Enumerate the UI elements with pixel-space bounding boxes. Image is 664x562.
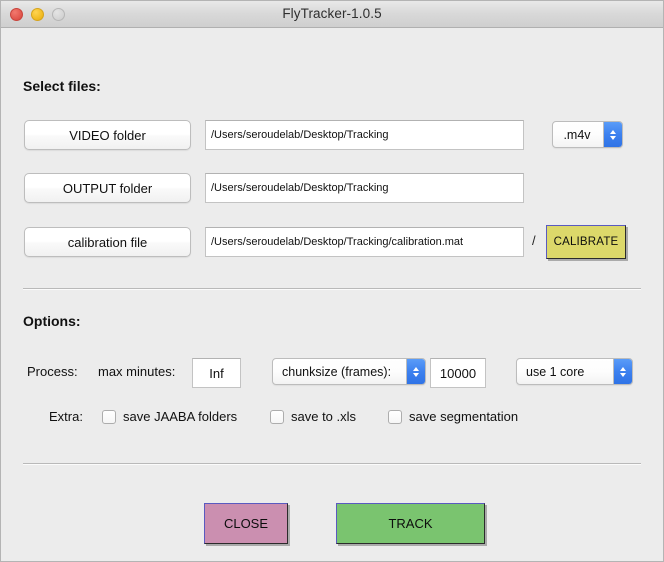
checkbox-box-icon [270,410,284,424]
save-to-xls-checkbox[interactable]: save to .xls [270,409,356,424]
max-minutes-label: max minutes: [98,364,175,379]
cores-dropdown[interactable]: use 1 core [516,358,633,385]
window-title: FlyTracker-1.0.5 [1,6,663,21]
process-label: Process: [27,364,78,379]
video-folder-button[interactable]: VIDEO folder [24,120,191,150]
max-minutes-input[interactable]: Inf [192,358,241,388]
chunksize-label: chunksize (frames): [273,365,406,379]
chevron-updown-icon [406,359,425,384]
save-jaaba-folders-label: save JAABA folders [123,409,237,424]
video-extension-value: .m4v [553,128,603,142]
checkbox-box-icon [388,410,402,424]
video-extension-dropdown[interactable]: .m4v [552,121,623,148]
calibrate-button[interactable]: CALIBRATE [546,225,626,259]
flytracker-window: FlyTracker-1.0.5 Select files: VIDEO fol… [0,0,664,562]
output-folder-path-input[interactable]: /Users/seroudelab/Desktop/Tracking [205,173,524,203]
extra-label: Extra: [49,409,83,424]
calibration-file-button[interactable]: calibration file [24,227,191,257]
chunksize-input[interactable]: 10000 [430,358,486,388]
window-titlebar: FlyTracker-1.0.5 [1,1,663,28]
save-jaaba-folders-checkbox[interactable]: save JAABA folders [102,409,237,424]
close-button[interactable]: CLOSE [204,503,288,544]
chevron-updown-icon [613,359,632,384]
options-heading: Options: [23,313,81,329]
chevron-updown-icon [603,122,622,147]
cores-value: use 1 core [517,365,613,379]
video-folder-path-input[interactable]: /Users/seroudelab/Desktop/Tracking [205,120,524,150]
save-to-xls-label: save to .xls [291,409,356,424]
calibration-file-path-input[interactable]: /Users/seroudelab/Desktop/Tracking/calib… [205,227,524,257]
window-content: Select files: VIDEO folder /Users/seroud… [1,28,663,562]
chunksize-dropdown[interactable]: chunksize (frames): [272,358,426,385]
select-files-heading: Select files: [23,78,101,94]
section-divider-top [23,288,641,290]
save-segmentation-checkbox[interactable]: save segmentation [388,409,518,424]
checkbox-box-icon [102,410,116,424]
save-segmentation-label: save segmentation [409,409,518,424]
path-separator-label: / [532,233,536,248]
track-button[interactable]: TRACK [336,503,485,544]
output-folder-button[interactable]: OUTPUT folder [24,173,191,203]
section-divider-bottom [23,463,641,465]
